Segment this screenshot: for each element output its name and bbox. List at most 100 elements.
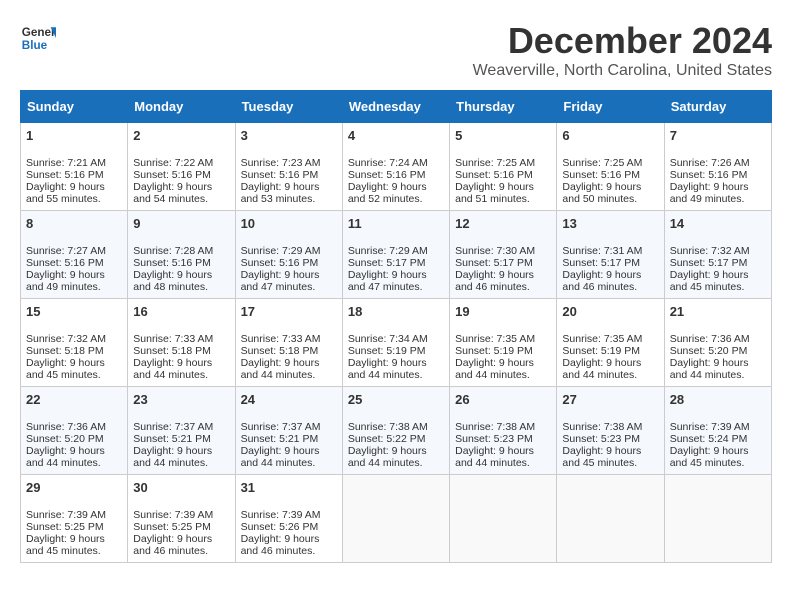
logo-icon: General Blue (20, 20, 56, 56)
day-number: 14 (670, 216, 766, 231)
calendar-cell: 26 Sunrise: 7:38 AMSunset: 5:23 PMDayligh… (450, 387, 557, 475)
sunset-text: Sunset: 5:16 PM (241, 169, 319, 181)
daylight-text: Daylight: 9 hours and 49 minutes. (26, 269, 105, 293)
calendar-cell: 23Sunrise: 7:37 AMSunset: 5:21 PMDayligh… (128, 387, 235, 475)
daylight-text: Daylight: 9 hours and 44 minutes. (26, 445, 105, 469)
daylight-text: Daylight: 9 hours and 44 minutes. (455, 445, 534, 469)
sunset-text: Sunset: 5:16 PM (670, 169, 748, 181)
sunrise-text: Sunrise: 7:38 AM (562, 421, 642, 433)
day-number: 8 (26, 216, 122, 231)
sunrise-text: Sunrise: 7:33 AM (133, 333, 213, 345)
location-subtitle: Weaverville, North Carolina, United Stat… (473, 62, 772, 80)
sunset-text: Sunset: 5:18 PM (26, 345, 104, 357)
sunrise-text: Sunrise: 7:36 AM (26, 421, 106, 433)
sunset-text: Sunset: 5:16 PM (133, 257, 211, 269)
sunrise-text: Sunrise: 7:38 AM (455, 421, 535, 433)
calendar-week-5: 29Sunrise: 7:39 AMSunset: 5:25 PMDayligh… (21, 475, 772, 563)
day-number: 15 (26, 304, 122, 319)
sunrise-text: Sunrise: 7:33 AM (241, 333, 321, 345)
calendar-cell: 6Sunrise: 7:25 AMSunset: 5:16 PMDaylight… (557, 123, 664, 211)
sunrise-text: Sunrise: 7:32 AM (26, 333, 106, 345)
daylight-text: Daylight: 9 hours and 45 minutes. (26, 533, 105, 557)
sunrise-text: Sunrise: 7:35 AM (562, 333, 642, 345)
calendar-header-row: SundayMondayTuesdayWednesdayThursdayFrid… (21, 91, 772, 123)
daylight-text: Daylight: 9 hours and 44 minutes. (348, 357, 427, 381)
calendar-cell: 5Sunrise: 7:25 AMSunset: 5:16 PMDaylight… (450, 123, 557, 211)
daylight-text: Daylight: 9 hours and 44 minutes. (670, 357, 749, 381)
day-number: 25 (348, 392, 444, 407)
daylight-text: Daylight: 9 hours and 44 minutes. (133, 445, 212, 469)
day-number: 19 (455, 304, 551, 319)
day-number: 7 (670, 128, 766, 143)
daylight-text: Daylight: 9 hours and 49 minutes. (670, 181, 749, 205)
day-number: 5 (455, 128, 551, 143)
sunrise-text: Sunrise: 7:35 AM (455, 333, 535, 345)
daylight-text: Daylight: 9 hours and 53 minutes. (241, 181, 320, 205)
calendar-cell: 28Sunrise: 7:39 AMSunset: 5:24 PMDayligh… (664, 387, 771, 475)
day-number: 4 (348, 128, 444, 143)
daylight-text: Daylight: 9 hours and 51 minutes. (455, 181, 534, 205)
calendar-cell: 7Sunrise: 7:26 AMSunset: 5:16 PMDaylight… (664, 123, 771, 211)
sunrise-text: Sunrise: 7:29 AM (348, 245, 428, 257)
daylight-text: Daylight: 9 hours and 44 minutes. (455, 357, 534, 381)
day-number: 27 (562, 392, 658, 407)
sunset-text: Sunset: 5:18 PM (241, 345, 319, 357)
calendar-cell: 19 Sunrise: 7:35 AMSunset: 5:19 PMDayligh… (450, 299, 557, 387)
column-header-saturday: Saturday (664, 91, 771, 123)
daylight-text: Daylight: 9 hours and 44 minutes. (133, 357, 212, 381)
day-number: 3 (241, 128, 337, 143)
sunrise-text: Sunrise: 7:38 AM (348, 421, 428, 433)
sunrise-text: Sunrise: 7:37 AM (241, 421, 321, 433)
sunset-text: Sunset: 5:20 PM (26, 433, 104, 445)
column-header-wednesday: Wednesday (342, 91, 449, 123)
column-header-sunday: Sunday (21, 91, 128, 123)
day-number: 18 (348, 304, 444, 319)
calendar-cell: 9Sunrise: 7:28 AMSunset: 5:16 PMDaylight… (128, 211, 235, 299)
day-number: 28 (670, 392, 766, 407)
sunset-text: Sunset: 5:16 PM (455, 169, 533, 181)
day-number: 26 (455, 392, 551, 407)
day-number: 30 (133, 480, 229, 495)
sunrise-text: Sunrise: 7:28 AM (133, 245, 213, 257)
day-number: 17 (241, 304, 337, 319)
daylight-text: Daylight: 9 hours and 54 minutes. (133, 181, 212, 205)
sunset-text: Sunset: 5:26 PM (241, 521, 319, 533)
daylight-text: Daylight: 9 hours and 44 minutes. (241, 445, 320, 469)
sunset-text: Sunset: 5:23 PM (455, 433, 533, 445)
title-area: December 2024 Weaverville, North Carolin… (473, 20, 772, 80)
daylight-text: Daylight: 9 hours and 46 minutes. (241, 533, 320, 557)
sunset-text: Sunset: 5:21 PM (241, 433, 319, 445)
sunrise-text: Sunrise: 7:31 AM (562, 245, 642, 257)
calendar-cell: 3Sunrise: 7:23 AMSunset: 5:16 PMDaylight… (235, 123, 342, 211)
daylight-text: Daylight: 9 hours and 52 minutes. (348, 181, 427, 205)
sunset-text: Sunset: 5:16 PM (562, 169, 640, 181)
sunset-text: Sunset: 5:17 PM (562, 257, 640, 269)
sunrise-text: Sunrise: 7:39 AM (670, 421, 750, 433)
daylight-text: Daylight: 9 hours and 46 minutes. (133, 533, 212, 557)
daylight-text: Daylight: 9 hours and 48 minutes. (133, 269, 212, 293)
daylight-text: Daylight: 9 hours and 44 minutes. (348, 445, 427, 469)
sunset-text: Sunset: 5:16 PM (26, 257, 104, 269)
sunset-text: Sunset: 5:19 PM (455, 345, 533, 357)
calendar-week-2: 8Sunrise: 7:27 AMSunset: 5:16 PMDaylight… (21, 211, 772, 299)
sunrise-text: Sunrise: 7:22 AM (133, 157, 213, 169)
sunset-text: Sunset: 5:25 PM (26, 521, 104, 533)
sunrise-text: Sunrise: 7:36 AM (670, 333, 750, 345)
column-header-tuesday: Tuesday (235, 91, 342, 123)
calendar-week-1: 1Sunrise: 7:21 AMSunset: 5:16 PMDaylight… (21, 123, 772, 211)
sunset-text: Sunset: 5:18 PM (133, 345, 211, 357)
day-number: 22 (26, 392, 122, 407)
day-number: 21 (670, 304, 766, 319)
calendar-cell: 8Sunrise: 7:27 AMSunset: 5:16 PMDaylight… (21, 211, 128, 299)
sunrise-text: Sunrise: 7:30 AM (455, 245, 535, 257)
day-number: 2 (133, 128, 229, 143)
sunset-text: Sunset: 5:23 PM (562, 433, 640, 445)
sunset-text: Sunset: 5:19 PM (562, 345, 640, 357)
day-number: 16 (133, 304, 229, 319)
calendar-cell: 16 Sunrise: 7:33 AMSunset: 5:18 PMDayligh… (128, 299, 235, 387)
sunrise-text: Sunrise: 7:24 AM (348, 157, 428, 169)
sunrise-text: Sunrise: 7:29 AM (241, 245, 321, 257)
calendar-cell: 27Sunrise: 7:38 AMSunset: 5:23 PMDayligh… (557, 387, 664, 475)
sunset-text: Sunset: 5:19 PM (348, 345, 426, 357)
calendar-cell: 12Sunrise: 7:30 AMSunset: 5:17 PMDayligh… (450, 211, 557, 299)
